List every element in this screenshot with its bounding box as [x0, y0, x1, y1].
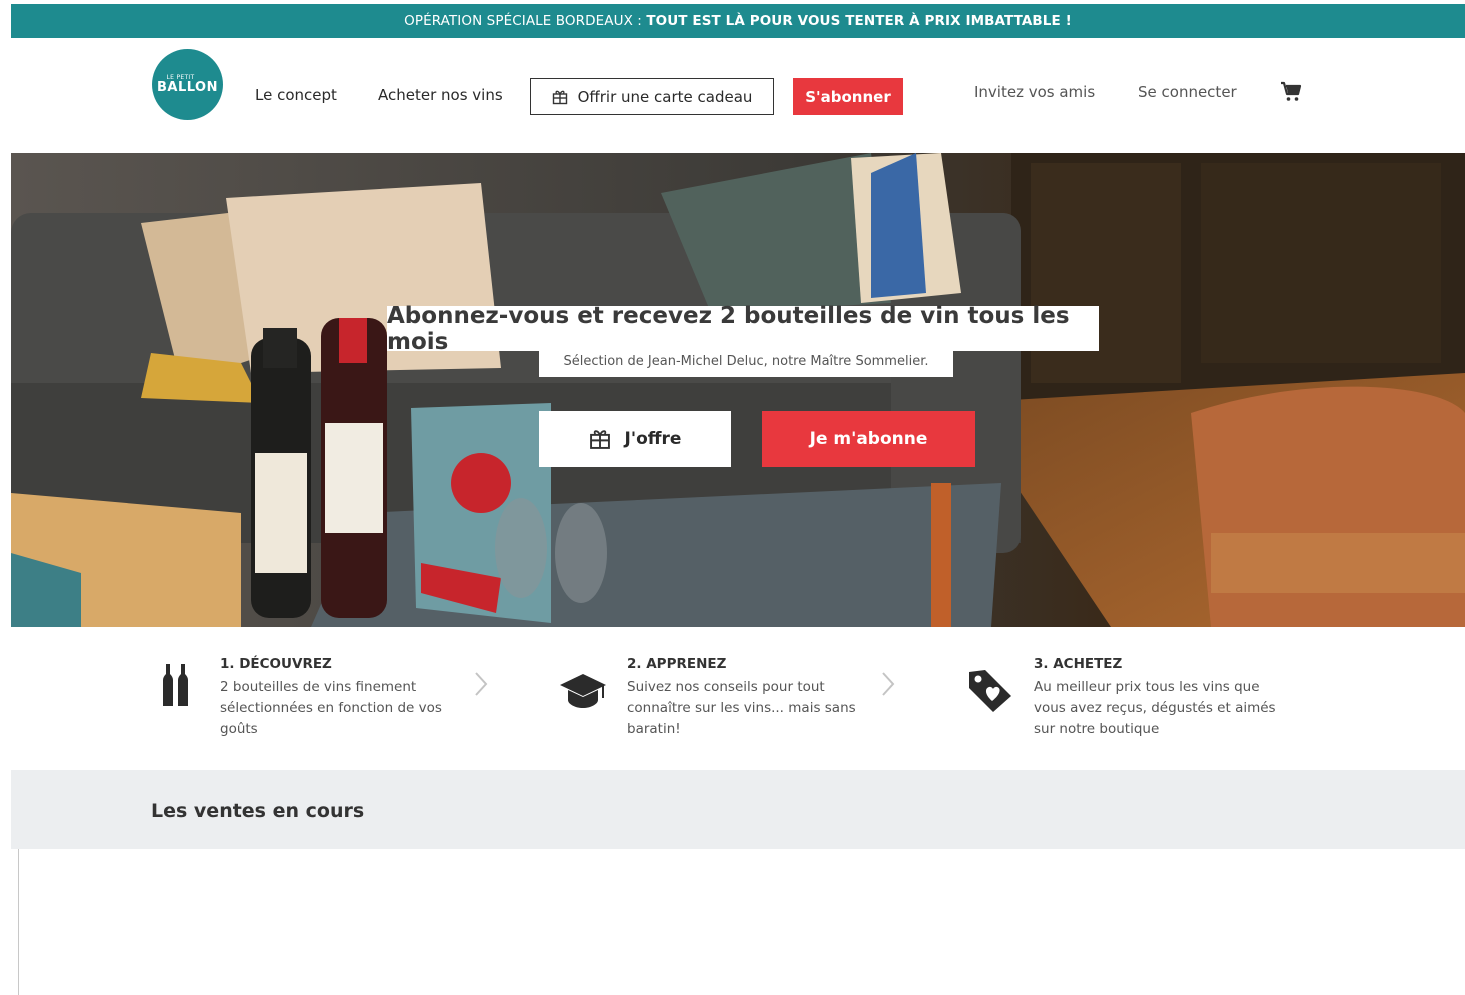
- chevron-right-icon: [882, 672, 895, 696]
- step-line: goûts: [220, 721, 258, 737]
- current-sales-title: Les ventes en cours: [151, 800, 365, 822]
- tag-heart-icon: [969, 670, 1011, 712]
- nav-concept-link[interactable]: Le concept: [255, 86, 337, 104]
- chevron-right-icon: [475, 672, 488, 696]
- promo-lead: OPÉRATION SPÉCIALE BORDEAUX :: [404, 13, 647, 29]
- hero-photo: [11, 153, 1465, 627]
- step-title: 2. APPRENEZ: [627, 656, 727, 672]
- offer-button-label: J'offre: [624, 429, 682, 449]
- gift-card-label: Offrir une carte cadeau: [577, 87, 753, 106]
- hero-subtitle: Sélection de Jean-Michel Deluc, notre Ma…: [539, 346, 953, 377]
- promo-banner[interactable]: OPÉRATION SPÉCIALE BORDEAUX : TOUT EST L…: [11, 4, 1465, 38]
- promo-strong: TOUT EST LÀ POUR VOUS TENTER À PRIX IMBA…: [646, 13, 1072, 29]
- hero-banner: Abonnez-vous et recevez 2 bouteilles de …: [11, 153, 1465, 627]
- step-line: connaître sur les vins... mais sans: [627, 700, 856, 716]
- invite-friends-link[interactable]: Invitez vos amis: [974, 83, 1095, 101]
- cart-icon[interactable]: [1279, 80, 1303, 104]
- step-line: 2 bouteilles de vins finement: [220, 679, 417, 695]
- nav-buy-wines-link[interactable]: Acheter nos vins: [378, 86, 503, 104]
- logo-big-text: BALLON: [156, 80, 218, 95]
- site-logo[interactable]: LE PETIT BALLON: [152, 49, 223, 120]
- steps-section: 1. DÉCOUVREZ 2 bouteilles de vins fineme…: [11, 627, 1465, 770]
- step-description: Au meilleur prix tous les vins que vous …: [1034, 677, 1304, 740]
- step-description: Suivez nos conseils pour tout connaître …: [627, 677, 887, 740]
- gift-card-button[interactable]: Offrir une carte cadeau: [530, 78, 774, 115]
- gift-icon: [552, 90, 567, 104]
- step-description: 2 bouteilles de vins finement sélectionn…: [220, 677, 480, 740]
- step-line: sur notre boutique: [1034, 721, 1160, 737]
- step-line: Au meilleur prix tous les vins que: [1034, 679, 1260, 695]
- gift-icon: [589, 430, 610, 449]
- step-line: vous avez reçus, dégustés et aimés: [1034, 700, 1276, 716]
- step-title: 1. DÉCOUVREZ: [220, 656, 332, 672]
- offer-button[interactable]: J'offre: [539, 411, 731, 467]
- current-sales-section: Les ventes en cours: [11, 770, 1465, 849]
- subscribe-button[interactable]: S'abonner: [793, 78, 903, 115]
- bottles-icon: [163, 664, 188, 706]
- step-title: 3. ACHETEZ: [1034, 656, 1123, 672]
- login-link[interactable]: Se connecter: [1138, 83, 1237, 101]
- subscribe-hero-button[interactable]: Je m'abonne: [762, 411, 975, 467]
- graduation-cap-icon: [560, 674, 606, 708]
- step-line: Suivez nos conseils pour tout: [627, 679, 825, 695]
- step-line: sélectionnées en fonction de vos: [220, 700, 442, 716]
- site-header: LE PETIT BALLON Le concept Acheter nos v…: [11, 38, 1465, 153]
- step-line: baratin!: [627, 721, 681, 737]
- divider: [18, 849, 19, 995]
- hero-title: Abonnez-vous et recevez 2 bouteilles de …: [387, 303, 1099, 355]
